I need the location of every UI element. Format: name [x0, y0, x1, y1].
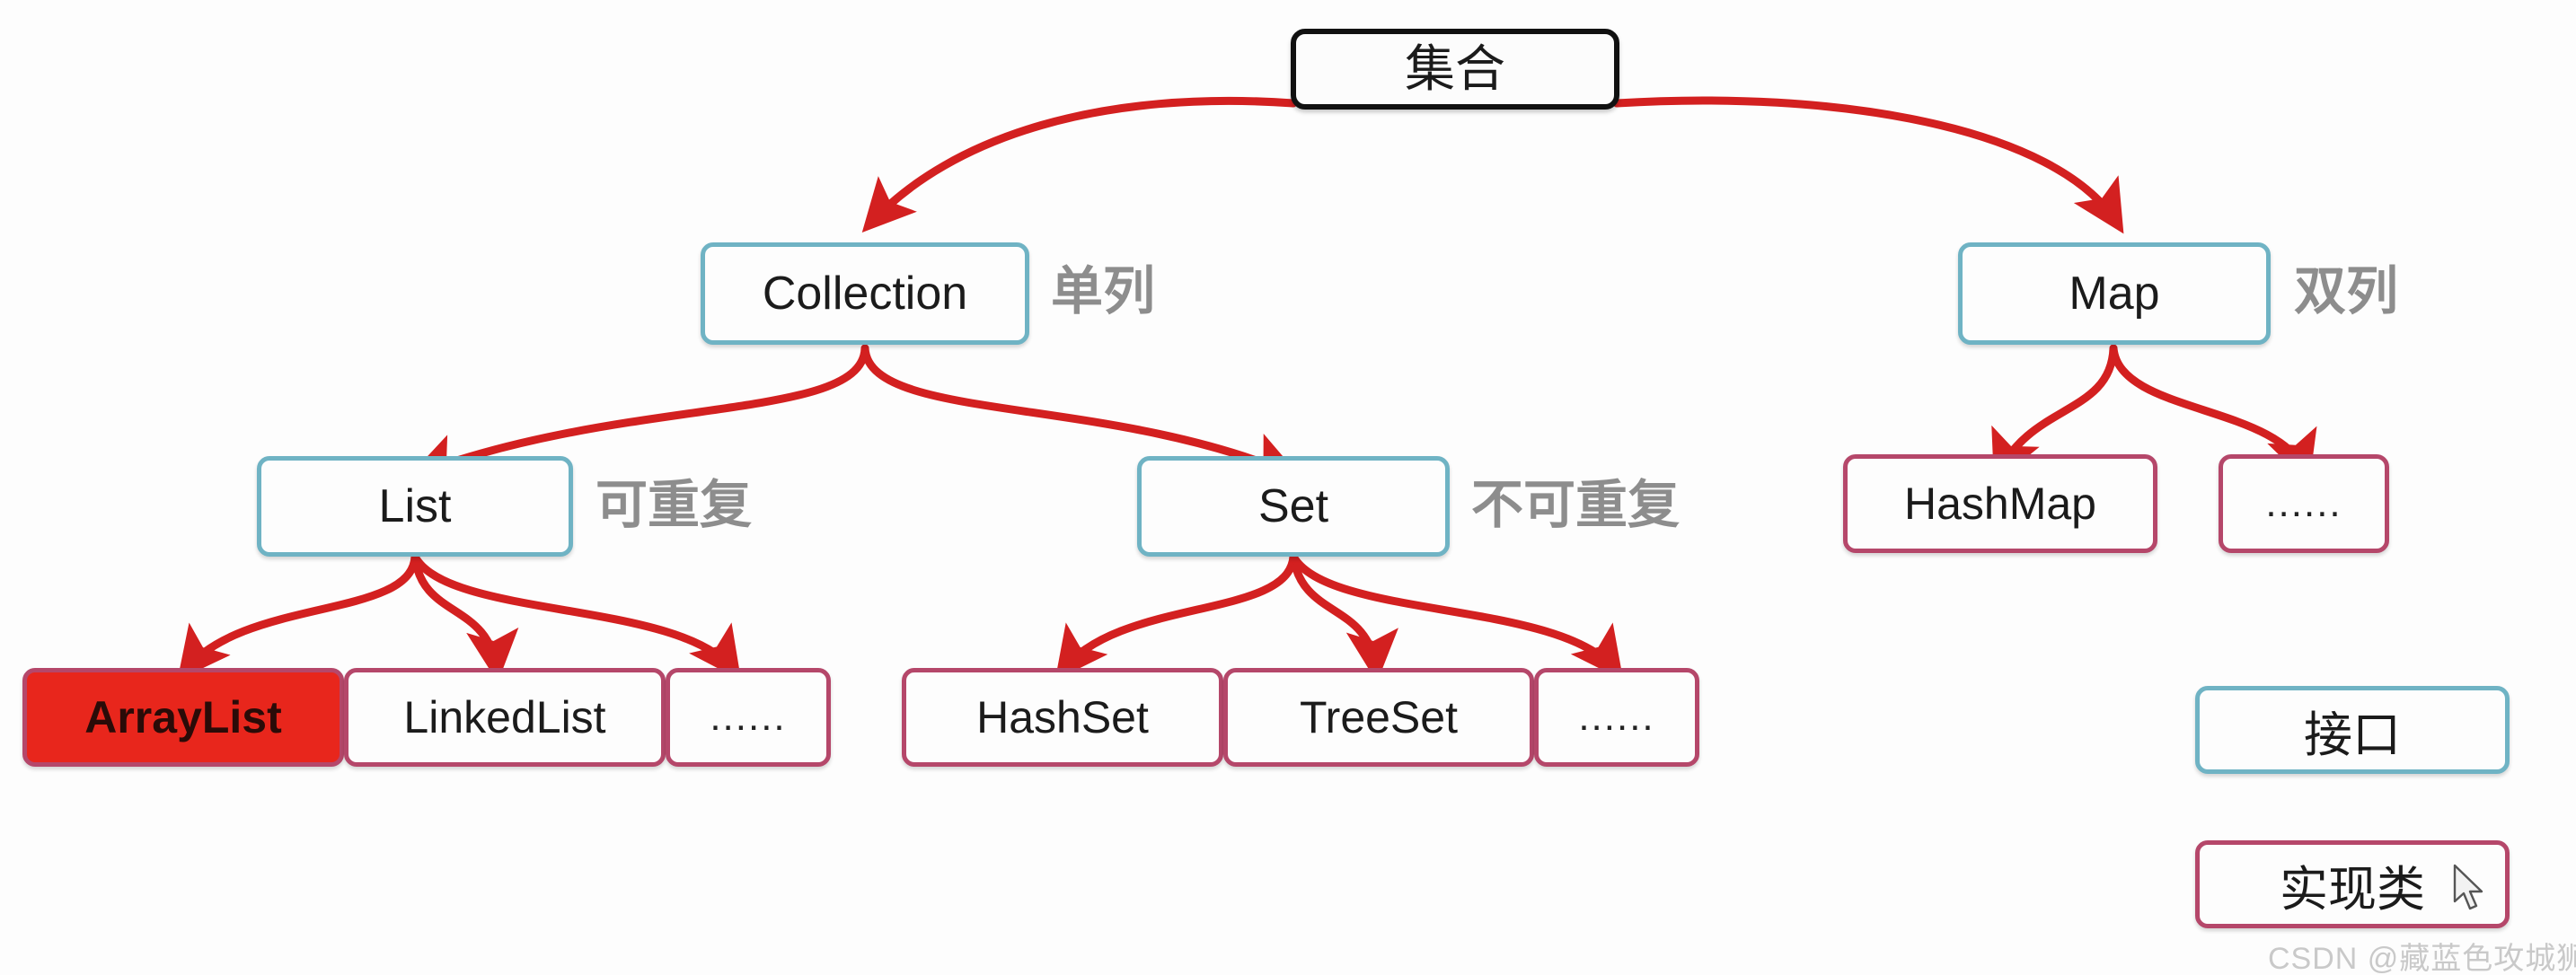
node-linkedlist[interactable]: LinkedList	[344, 668, 666, 767]
node-set[interactable]: Set	[1137, 456, 1450, 557]
node-hashmap-label: HashMap	[1904, 479, 2096, 529]
node-map-ellipsis-label: ......	[2265, 481, 2342, 525]
node-treeset[interactable]: TreeSet	[1223, 668, 1534, 767]
edge-set-to-hashset	[1054, 552, 1298, 681]
node-list[interactable]: List	[257, 456, 573, 557]
node-arraylist[interactable]: ArrayList	[22, 668, 344, 767]
annotation-collection: 单列	[1051, 262, 1156, 321]
node-map-ellipsis[interactable]: ......	[2219, 454, 2389, 553]
node-set-ellipsis-label: ......	[1578, 695, 1655, 739]
annotation-list: 可重复	[595, 476, 753, 534]
node-collection[interactable]: Collection	[701, 242, 1029, 345]
node-hashset[interactable]: HashSet	[902, 668, 1223, 767]
legend-interface[interactable]: 接口	[2195, 686, 2510, 774]
edge-set-to-ellipsis	[1289, 552, 1624, 681]
node-root-collection-cn[interactable]: 集合	[1291, 29, 1619, 110]
node-hashmap[interactable]: HashMap	[1843, 454, 2157, 553]
legend-implementation-label: 实现类	[2280, 862, 2425, 917]
node-treeset-label: TreeSet	[1299, 692, 1458, 742]
node-map[interactable]: Map	[1958, 242, 2271, 345]
node-linkedlist-label: LinkedList	[403, 692, 606, 742]
edge-list-to-linkedlist	[410, 552, 519, 683]
edge-root-to-collection	[861, 96, 1298, 233]
node-list-label: List	[378, 480, 452, 532]
diagram-canvas: 集合 Collection 单列 Map 双列 List 可重复 Set 不可重…	[0, 0, 2576, 975]
mouse-cursor-icon	[2453, 864, 2483, 910]
node-set-label: Set	[1257, 480, 1329, 532]
edge-list-to-arraylist	[177, 552, 419, 681]
edge-set-to-treeset	[1289, 552, 1398, 683]
node-arraylist-label: ArrayList	[84, 692, 282, 742]
node-map-label: Map	[2069, 268, 2160, 320]
annotation-set: 不可重复	[1471, 476, 1681, 534]
node-list-ellipsis-label: ......	[710, 695, 787, 739]
node-collection-label: Collection	[762, 268, 968, 320]
node-root-label: 集合	[1405, 40, 1505, 97]
edge-collection-to-set	[860, 344, 1302, 482]
edge-root-to-map	[1612, 96, 2124, 234]
annotation-map: 双列	[2294, 262, 2399, 321]
node-set-ellipsis[interactable]: ......	[1534, 668, 1699, 767]
csdn-watermark: CSDN @藏蓝色攻城狮	[2268, 942, 2576, 975]
edge-list-to-ellipsis	[410, 552, 742, 681]
node-list-ellipsis[interactable]: ......	[666, 668, 831, 767]
legend-interface-label: 接口	[2304, 707, 2401, 762]
edge-collection-to-list	[407, 344, 869, 485]
node-hashset-label: HashSet	[976, 692, 1149, 742]
